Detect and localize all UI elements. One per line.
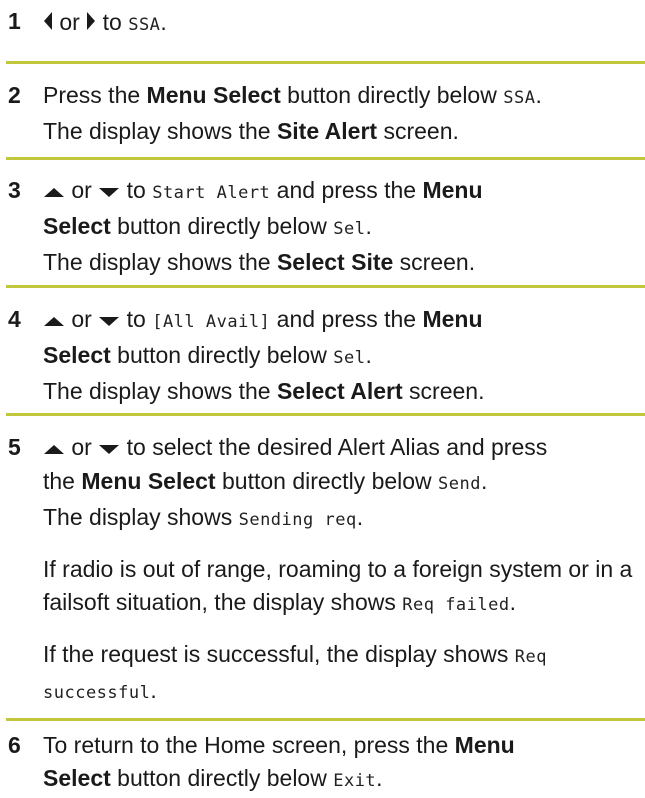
step-number: 1 [8,8,21,34]
left-arrow-icon [43,7,53,40]
text: The display shows the [43,378,277,404]
text: Press the [43,82,147,108]
right-arrow-icon [86,7,96,40]
or-word: or [71,434,92,460]
divider [6,157,645,160]
select-alert-label: Select Alert [276,378,403,404]
sel-softkey: Sel [333,219,366,239]
period: . [376,765,383,791]
start-alert-softkey: Start Alert [152,183,271,203]
or-word: or [71,177,92,203]
ssa-softkey: SSA [128,15,161,35]
text: The display shows [43,504,239,531]
down-arrow-icon [98,304,120,337]
text: and press the [270,306,423,332]
step-number: 6 [8,732,21,758]
menu-select-label: Menu Select [81,468,216,495]
step-number: 4 [8,306,21,332]
text: button directly below [110,765,334,791]
site-alert-label: Site Alert [276,118,378,144]
text: The display shows the [43,118,277,144]
menu-label: Menu [422,177,483,203]
text: screen. [402,378,485,404]
send-softkey: Send [438,474,481,495]
select-label: Select [43,213,111,239]
select-label: Select [43,765,111,791]
or-word: or [59,9,80,35]
down-arrow-icon [98,432,120,465]
period: . [365,342,372,368]
text: button directly below [215,468,439,495]
text: button directly below [110,342,334,368]
text: screen. [393,249,476,275]
to-word: to [102,9,122,35]
up-arrow-icon [43,175,65,208]
all-avail-softkey: [All Avail] [152,312,271,332]
to-word: to [126,177,146,203]
period: . [365,213,372,239]
step-text: or to select the desired Alert Alias and… [43,431,637,710]
divider [6,413,645,416]
text: To return to the Home screen, press the [43,732,455,758]
sending-req-display: Sending req [238,510,357,531]
divider [6,285,645,288]
select-label: Select [43,342,111,368]
text: If radio is out of range, roaming to a f… [43,556,633,616]
ssa-softkey: SSA [503,88,536,108]
step-text: or to Start Alert and press the Menu Sel… [43,174,637,279]
step-text: or to SSA. [43,6,637,42]
period: . [160,9,167,35]
divider [6,718,645,721]
exit-softkey: Exit [333,771,377,791]
step-number: 3 [8,177,21,203]
or-word: or [71,306,92,332]
text: screen. [377,118,459,144]
step-number: 2 [8,82,21,108]
period: . [509,589,516,616]
period: . [356,504,364,531]
up-arrow-icon [43,304,65,337]
step-text: Press the Menu Select button directly be… [43,79,637,148]
period: . [535,82,542,108]
sel-softkey: Sel [333,348,366,368]
text: button directly below [110,213,334,239]
text: to select the desired Alert Alias and pr… [126,434,548,460]
req-failed-display: Req failed [402,595,510,616]
select-site-label: Select Site [276,249,394,275]
step-number: 5 [8,434,21,460]
divider [6,61,645,64]
menu-select-label: Menu Select [146,82,281,108]
menu-label: Menu [454,732,515,758]
up-arrow-icon [43,432,65,465]
menu-label: Menu [422,306,483,332]
period: . [150,677,157,704]
down-arrow-icon [98,175,120,208]
text: the [43,468,82,495]
text: and press the [270,177,423,203]
step-text: To return to the Home screen, press the … [43,729,637,798]
to-word: to [126,306,146,332]
text: The display shows the [43,249,277,275]
period: . [481,468,488,495]
text: button directly below [280,82,504,108]
text: If the request is successful, the displa… [43,641,515,668]
step-text: or to [All Avail] and press the Menu Sel… [43,303,637,408]
